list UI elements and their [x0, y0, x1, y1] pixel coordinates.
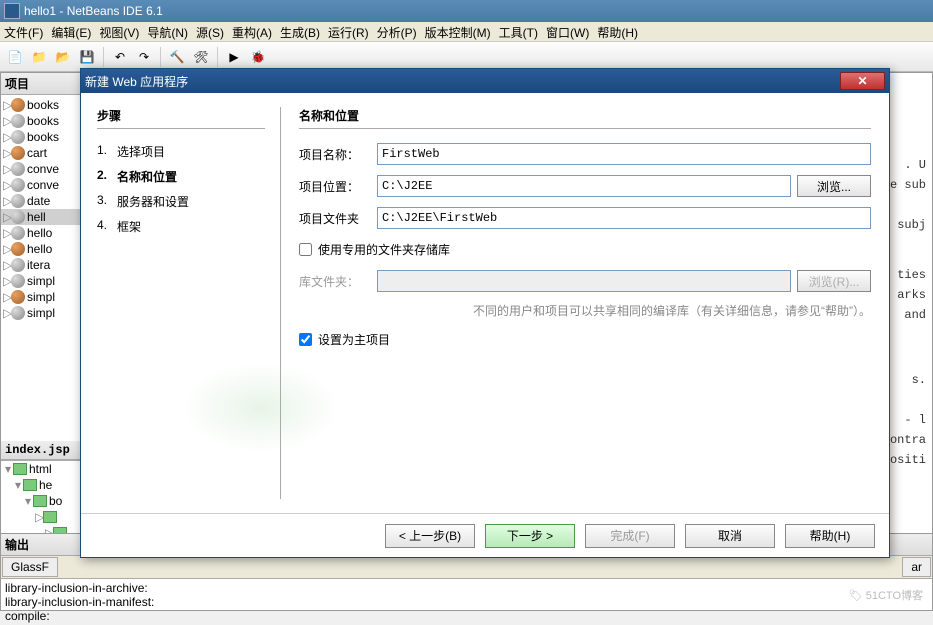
cancel-button[interactable]: 取消 [685, 524, 775, 548]
lib-folder-label: 库文件夹： [299, 273, 371, 290]
project-folder-label: 项目文件夹 [299, 210, 371, 227]
projects-panel: 项目 ▷books▷books▷books▷cart▷conve▷conve▷d… [0, 72, 82, 611]
projects-tree[interactable]: ▷books▷books▷books▷cart▷conve▷conve▷date… [1, 95, 81, 441]
navigator-item[interactable]: ▾html [1, 461, 81, 477]
new-project-dialog: 新建 Web 应用程序 ✕ 步骤 1.选择项目2.名称和位置3.服务器和设置4.… [80, 68, 890, 558]
project-name-input[interactable] [377, 143, 871, 165]
output-tab[interactable]: GlassF [2, 557, 58, 577]
output-line: compile: [5, 609, 928, 623]
section-title: 名称和位置 [299, 107, 871, 129]
dedicated-lib-checkbox[interactable] [299, 243, 312, 256]
jsp-file-label: index.jsp [1, 441, 81, 460]
navigator-item[interactable]: ▾he [1, 477, 81, 493]
window-title: hello1 - NetBeans IDE 6.1 [24, 4, 163, 18]
menu-item[interactable]: 编辑(E) [51, 24, 91, 39]
main-project-checkbox[interactable] [299, 333, 312, 346]
menu-item[interactable]: 生成(B) [280, 24, 320, 39]
editor-text: arks [897, 288, 926, 302]
project-tree-item[interactable]: ▷conve [1, 161, 81, 177]
menu-item[interactable]: 版本控制(M) [425, 24, 491, 39]
project-tree-item[interactable]: ▷simpl [1, 289, 81, 305]
output-tab-extra[interactable]: ar [902, 557, 931, 577]
project-tree-item[interactable]: ▷itera [1, 257, 81, 273]
build-button[interactable]: 🔨 [166, 46, 188, 68]
navigator-item[interactable]: ▾bo [1, 493, 81, 509]
editor-text: - l [904, 413, 926, 427]
project-tree-item[interactable]: ▷books [1, 113, 81, 129]
project-folder-input[interactable] [377, 207, 871, 229]
open-button[interactable]: 📂 [52, 46, 74, 68]
lib-folder-input [377, 270, 791, 292]
window-titlebar: hello1 - NetBeans IDE 6.1 [0, 0, 933, 22]
project-location-label: 项目位置： [299, 178, 371, 195]
wizard-step: 1.选择项目 [97, 139, 265, 164]
menu-item[interactable]: 帮助(H) [597, 24, 638, 39]
editor-text: and [904, 308, 926, 322]
next-button[interactable]: 下一步 > [485, 524, 575, 548]
editor-text: ositi [890, 453, 926, 467]
menu-item[interactable]: 源(S) [196, 24, 224, 39]
editor-text: ontra [890, 433, 926, 447]
project-tree-item[interactable]: ▷hell [1, 209, 81, 225]
menu-item[interactable]: 重构(A) [232, 24, 272, 39]
menu-item[interactable]: 分析(P) [377, 24, 417, 39]
output-line: library-inclusion-in-archive: [5, 581, 928, 595]
menu-item[interactable]: 窗口(W) [546, 24, 589, 39]
wizard-step: 2.名称和位置 [97, 164, 265, 189]
debug-button[interactable]: 🐞 [247, 46, 269, 68]
new-file-button[interactable]: 📄 [4, 46, 26, 68]
main-project-label: 设置为主项目 [318, 331, 390, 348]
editor-text: ties [897, 268, 926, 282]
project-tree-item[interactable]: ▷hello [1, 241, 81, 257]
browse-lib-button: 浏览(R)... [797, 270, 871, 292]
editor-text: e sub [890, 178, 926, 192]
menubar: 文件(F) 编辑(E) 视图(V) 导航(N) 源(S) 重构(A) 生成(B) 运行(R) 分… [0, 22, 933, 42]
project-location-input[interactable] [377, 175, 791, 197]
wizard-step: 3.服务器和设置 [97, 189, 265, 214]
project-tree-item[interactable]: ▷cart [1, 145, 81, 161]
dedicated-lib-label: 使用专用的文件夹存储库 [318, 241, 450, 258]
undo-button[interactable]: ↶ [109, 46, 131, 68]
lib-hint: 不同的用户和项目可以共享相同的编译库（有关详细信息，请参见“帮助”）。 [299, 302, 871, 319]
run-button[interactable]: ▶ [223, 46, 245, 68]
save-all-button[interactable]: 💾 [76, 46, 98, 68]
wizard-steps-pane: 步骤 1.选择项目2.名称和位置3.服务器和设置4.框架 [81, 93, 281, 513]
menu-item[interactable]: 导航(N) [147, 24, 188, 39]
dialog-button-bar: < 上一步(B) 下一步 > 完成(F) 取消 帮助(H) [81, 513, 889, 557]
dialog-title: 新建 Web 应用程序 [85, 73, 188, 90]
menu-item[interactable]: 运行(R) [328, 24, 369, 39]
app-icon [4, 3, 20, 19]
navigator-item[interactable]: ▷ [1, 509, 81, 525]
output-console[interactable]: library-inclusion-in-archive:library-inc… [1, 579, 932, 625]
project-tree-item[interactable]: ▷simpl [1, 273, 81, 289]
close-button[interactable]: ✕ [840, 72, 885, 90]
project-tree-item[interactable]: ▷hello [1, 225, 81, 241]
menu-item[interactable]: 工具(T) [499, 24, 538, 39]
clean-build-button[interactable]: 🛠 [190, 46, 212, 68]
prev-button[interactable]: < 上一步(B) [385, 524, 475, 548]
finish-button: 完成(F) [585, 524, 675, 548]
redo-button[interactable]: ↷ [133, 46, 155, 68]
menu-item[interactable]: 文件(F) [4, 24, 43, 39]
output-line: library-inclusion-in-manifest: [5, 595, 928, 609]
project-tree-item[interactable]: ▷books [1, 129, 81, 145]
browse-location-button[interactable]: 浏览... [797, 175, 871, 197]
project-tree-item[interactable]: ▷date [1, 193, 81, 209]
steps-header: 步骤 [97, 107, 265, 129]
menu-item[interactable]: 视图(V) [99, 24, 139, 39]
help-button[interactable]: 帮助(H) [785, 524, 875, 548]
project-tree-item[interactable]: ▷books [1, 97, 81, 113]
watermark: 🏷 51CTO博客 [849, 587, 923, 603]
dialog-titlebar[interactable]: 新建 Web 应用程序 ✕ [81, 69, 889, 93]
wizard-step: 4.框架 [97, 214, 265, 239]
project-name-label: 项目名称： [299, 146, 371, 163]
editor-text: . U [904, 158, 926, 172]
wizard-content-pane: 名称和位置 项目名称： 项目位置： 浏览... 项目文件夹 使用专用的文件夹存储… [281, 93, 889, 513]
panel-title: 项目 [1, 73, 81, 95]
editor-text: subj [897, 218, 926, 232]
project-tree-item[interactable]: ▷conve [1, 177, 81, 193]
new-project-button[interactable]: 📁 [28, 46, 50, 68]
editor-text: s. [912, 373, 926, 387]
project-tree-item[interactable]: ▷simpl [1, 305, 81, 321]
